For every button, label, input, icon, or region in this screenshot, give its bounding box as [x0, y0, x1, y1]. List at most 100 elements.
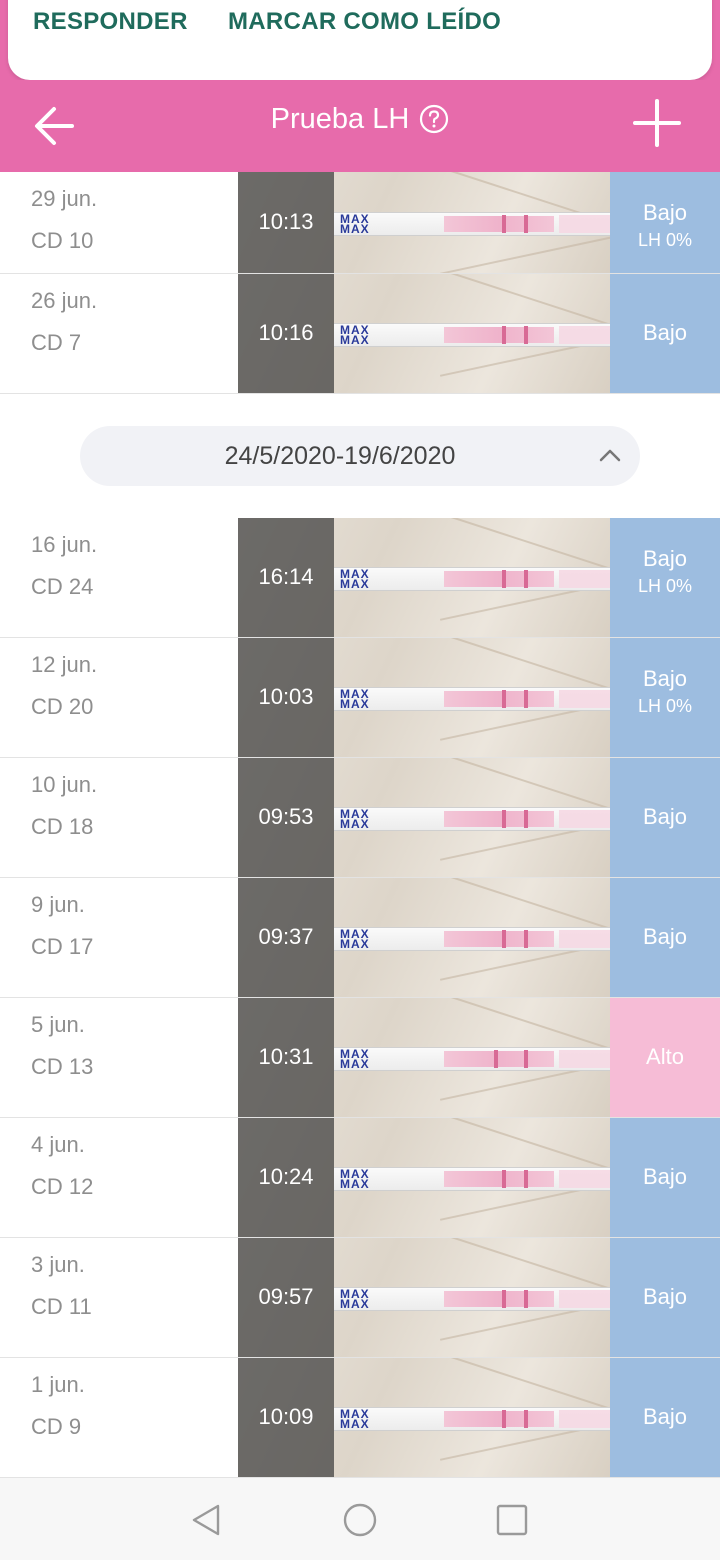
entry-date: 12 jun. — [31, 652, 98, 677]
entry-time: 10:09 — [258, 1404, 314, 1429]
marble-texture — [364, 1238, 612, 1291]
entry-date: 9 jun. — [31, 892, 85, 917]
list-item[interactable]: 5 jun. CD 13 10:31 MAX MAX Alto — [0, 998, 720, 1118]
square-recents-icon[interactable] — [492, 1500, 532, 1540]
test-strip: MAX MAX — [334, 212, 614, 236]
test-line — [502, 690, 506, 708]
strip-window — [444, 1411, 554, 1427]
test-strip: MAX MAX — [334, 567, 614, 591]
strip-handle — [559, 1170, 614, 1188]
title-group: Prueba LH — [0, 102, 720, 136]
control-line — [524, 690, 528, 708]
entry-cycle-day: CD 7 — [31, 330, 82, 355]
entry-time: 10:16 — [258, 320, 314, 345]
strip-max-mark: MAX MAX — [340, 927, 370, 951]
entry-date: 29 jun. — [31, 186, 98, 211]
control-line — [524, 570, 528, 588]
entry-cycle-day: CD 18 — [31, 814, 94, 839]
marble-texture — [364, 878, 612, 931]
test-line — [502, 1410, 506, 1428]
strip-window — [444, 1051, 554, 1067]
result-badge: Bajo LH 0% — [610, 172, 720, 273]
marble-texture — [364, 998, 612, 1051]
triangle-back-icon[interactable] — [186, 1500, 226, 1540]
test-strip: MAX MAX — [334, 687, 614, 711]
result-badge: Bajo — [610, 878, 720, 997]
list-item[interactable]: 3 jun. CD 11 09:57 MAX MAX Bajo — [0, 1238, 720, 1358]
test-strip: MAX MAX — [334, 1287, 614, 1311]
entry-cycle-day: CD 9 — [31, 1414, 82, 1439]
list-item[interactable]: 10 jun. CD 18 09:53 MAX MAX Bajo — [0, 758, 720, 878]
circle-home-icon[interactable] — [340, 1500, 380, 1540]
strip-handle — [559, 570, 614, 588]
control-line — [524, 1170, 528, 1188]
entry-time: 09:53 — [258, 804, 314, 829]
marble-texture — [364, 758, 612, 811]
entry-cycle-day: CD 12 — [31, 1174, 94, 1199]
entry-cycle-day: CD 20 — [31, 694, 94, 719]
strip-max-mark: MAX MAX — [340, 807, 370, 831]
list-item[interactable]: 26 jun. CD 7 10:16 MAX MAX Bajo — [0, 274, 720, 394]
entry-time: 10:31 — [258, 1044, 314, 1069]
result-badge: Bajo — [610, 274, 720, 393]
list-item[interactable]: 16 jun. CD 24 16:14 MAX MAX Bajo LH 0% — [0, 518, 720, 638]
test-line — [502, 930, 506, 948]
strip-handle — [559, 1050, 614, 1068]
list-item[interactable]: 1 jun. CD 9 10:09 MAX MAX Bajo — [0, 1358, 720, 1478]
plus-icon[interactable] — [628, 94, 686, 152]
entry-date: 10 jun. — [31, 772, 98, 797]
entry-date: 5 jun. — [31, 1012, 85, 1037]
mark-read-button[interactable]: MARCAR COMO LEÍDO — [228, 8, 501, 36]
marble-texture — [364, 638, 612, 691]
strip-max-mark: MAX MAX — [340, 1167, 370, 1191]
marble-texture — [364, 274, 612, 327]
strip-max-mark: MAX MAX — [340, 1407, 370, 1431]
strip-window — [444, 691, 554, 707]
strip-handle — [559, 810, 614, 828]
strip-handle — [559, 215, 614, 233]
test-strip-photo: 09:57 MAX MAX Bajo — [238, 1238, 720, 1357]
strip-max-mark: MAX MAX — [340, 1287, 370, 1311]
list-item[interactable]: 4 jun. CD 12 10:24 MAX MAX Bajo — [0, 1118, 720, 1238]
control-line — [524, 1050, 528, 1068]
test-strip: MAX MAX — [334, 1407, 614, 1431]
entry-time: 09:57 — [258, 1284, 314, 1309]
lh-percentage: LH 0% — [637, 696, 693, 716]
strip-window — [444, 571, 554, 587]
entry-time: 10:24 — [258, 1164, 314, 1189]
entry-date: 1 jun. — [31, 1372, 85, 1397]
entry-cycle-day: CD 17 — [31, 934, 94, 959]
test-strip-photo: 10:31 MAX MAX Alto — [238, 998, 720, 1117]
strip-window — [444, 1171, 554, 1187]
list-item[interactable]: 29 jun. CD 10 10:13 MAX MAX Bajo LH 0% — [0, 172, 720, 274]
list-item[interactable]: 9 jun. CD 17 09:37 MAX MAX Bajo — [0, 878, 720, 998]
entry-time: 10:13 — [258, 209, 314, 234]
result-level: Bajo — [642, 804, 688, 829]
marble-texture — [364, 1118, 612, 1171]
test-strip-photo: 10:24 MAX MAX Bajo — [238, 1118, 720, 1237]
strip-window — [444, 327, 554, 343]
entry-date: 3 jun. — [31, 1252, 85, 1277]
reply-button[interactable]: RESPONDER — [33, 8, 188, 36]
test-line — [502, 326, 506, 344]
period-selector[interactable]: 24/5/2020-19/6/2020 — [80, 426, 640, 486]
entry-time: 16:14 — [258, 564, 314, 589]
entry-time: 10:03 — [258, 684, 314, 709]
lh-percentage: LH 0% — [637, 576, 693, 596]
entry-cycle-day: CD 10 — [31, 228, 94, 253]
test-strip: MAX MAX — [334, 1167, 614, 1191]
test-line — [494, 1050, 498, 1068]
strip-window — [444, 1291, 554, 1307]
result-level: Bajo — [642, 666, 688, 691]
question-circle-icon[interactable] — [419, 104, 449, 134]
test-strip: MAX MAX — [334, 927, 614, 951]
test-line — [502, 810, 506, 828]
result-badge: Bajo LH 0% — [610, 518, 720, 637]
entry-cycle-day: CD 11 — [31, 1294, 92, 1319]
strip-handle — [559, 930, 614, 948]
result-level: Bajo — [642, 924, 688, 949]
entry-time: 09:37 — [258, 924, 314, 949]
test-strip: MAX MAX — [334, 323, 614, 347]
list-item[interactable]: 12 jun. CD 20 10:03 MAX MAX Bajo LH 0% — [0, 638, 720, 758]
test-strip-photo: 16:14 MAX MAX Bajo LH 0% — [238, 518, 720, 637]
